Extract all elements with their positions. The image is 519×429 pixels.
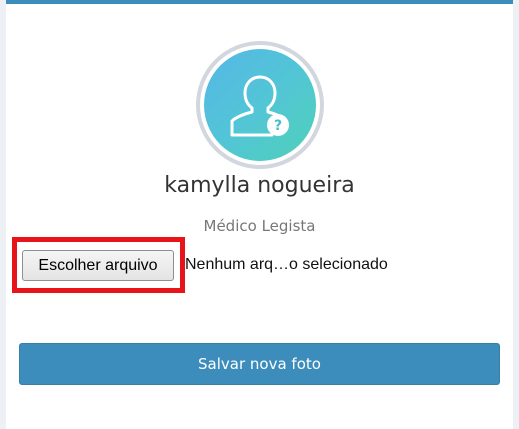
- file-status-text: Nenhum arq…o selecionado: [185, 256, 388, 273]
- avatar: ?: [196, 41, 324, 169]
- choose-file-button[interactable]: Escolher arquivo: [22, 250, 174, 281]
- profile-name: kamylla nogueira: [164, 173, 355, 198]
- svg-text:?: ?: [274, 118, 282, 134]
- profile-role: Médico Legista: [203, 217, 316, 235]
- user-question-icon: ?: [230, 75, 289, 137]
- save-photo-button[interactable]: Salvar nova foto: [19, 343, 500, 385]
- avatar-image: ?: [204, 49, 316, 161]
